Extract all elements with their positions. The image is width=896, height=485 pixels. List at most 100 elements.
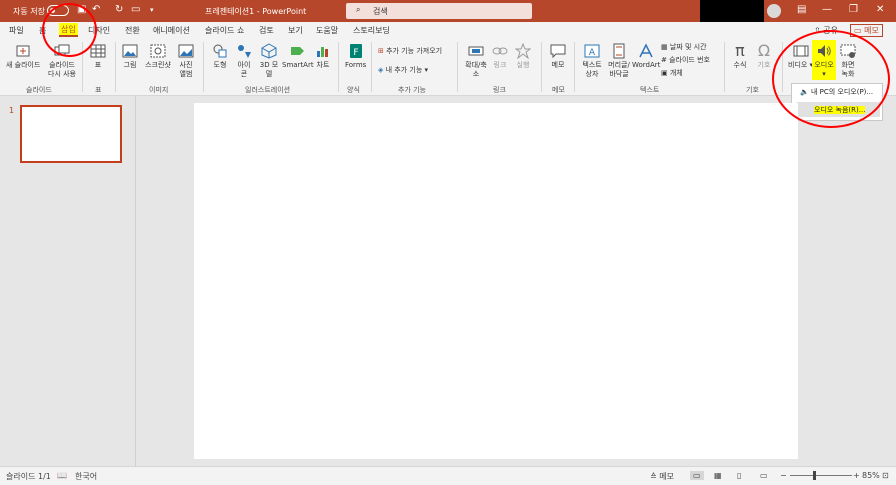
picture-icon bbox=[122, 44, 138, 58]
icons-button[interactable]: 아이콘 bbox=[236, 43, 252, 79]
3d-models-button[interactable]: 3D 모델 bbox=[258, 43, 280, 79]
slide-sorter-icon[interactable]: ▦ bbox=[714, 471, 722, 480]
header-footer-button[interactable]: 머리글/바닥글 bbox=[605, 43, 633, 79]
wordart-button[interactable]: WordArt bbox=[632, 43, 660, 70]
ribbon-display-icon[interactable]: ▤ bbox=[797, 4, 806, 16]
wordart-label: WordArt bbox=[632, 61, 661, 69]
forms-button[interactable]: F Forms bbox=[345, 43, 366, 70]
icons-label: 아이콘 bbox=[237, 61, 251, 78]
object-button[interactable]: ▣ 개체 bbox=[661, 68, 683, 78]
search-icon: ⌕ bbox=[356, 5, 361, 14]
smartart-icon bbox=[290, 47, 304, 55]
search-placeholder: 검색 bbox=[373, 7, 388, 16]
my-addins-label: 내 추가 기능 bbox=[385, 66, 423, 74]
link-button[interactable]: 링크 bbox=[492, 43, 508, 70]
notes-button[interactable]: ≙ 메모 bbox=[650, 471, 674, 482]
my-addins-button[interactable]: ◈ 내 추가 기능 ▾ bbox=[378, 65, 428, 75]
restore-icon[interactable]: ❐ bbox=[849, 4, 858, 16]
group-label-images: 이미지 bbox=[149, 86, 169, 94]
slide-counter: 슬라이드 1/1 bbox=[6, 472, 51, 481]
comments-label: 메모 bbox=[864, 26, 879, 35]
group-label-illustrations: 일러스트레이션 bbox=[245, 86, 291, 94]
group-label-text: 텍스트 bbox=[640, 86, 660, 94]
3d-model-icon bbox=[261, 43, 277, 59]
zoom-out-icon[interactable]: − bbox=[780, 471, 787, 480]
chart-label: 차트 bbox=[316, 61, 330, 69]
table-button[interactable]: 표 bbox=[90, 43, 106, 70]
get-addins-button[interactable]: ⊞ 추가 기능 가져오기 bbox=[378, 46, 442, 56]
zoom-icon bbox=[468, 46, 484, 56]
zoom-button[interactable]: 확대/축소 bbox=[465, 43, 487, 79]
slide-canvas[interactable] bbox=[194, 103, 798, 459]
annotation-ellipse-insert-tab bbox=[42, 3, 97, 57]
zoom-label: 확대/축소 bbox=[465, 61, 487, 78]
tab-view[interactable]: 보기 bbox=[288, 25, 303, 36]
textbox-label: 텍스트 상자 bbox=[582, 61, 602, 78]
object-icon: ▣ bbox=[661, 69, 668, 77]
textbox-icon: A bbox=[584, 44, 600, 58]
textbox-button[interactable]: A 텍스트 상자 bbox=[580, 43, 604, 79]
symbol-button[interactable]: Ω 기호 bbox=[756, 43, 772, 70]
zoom-level[interactable]: 85% bbox=[862, 471, 880, 480]
pictures-button[interactable]: 그림 bbox=[122, 43, 138, 70]
present-icon[interactable]: ▭ bbox=[131, 4, 140, 16]
search-input[interactable]: ⌕ 검색 bbox=[346, 3, 532, 19]
date-time-label: 날짜 및 시간 bbox=[669, 43, 707, 51]
svg-text:A: A bbox=[589, 48, 596, 58]
tab-transitions[interactable]: 전환 bbox=[125, 25, 140, 36]
autosave-label: 자동 저장 bbox=[13, 7, 45, 16]
photo-album-button[interactable]: 사진 앨범 bbox=[176, 43, 196, 79]
tab-animations[interactable]: 애니메이션 bbox=[153, 25, 190, 36]
group-label-links: 링크 bbox=[493, 86, 506, 94]
shapes-icon bbox=[213, 44, 227, 58]
screenshot-label: 스크린샷 bbox=[145, 61, 171, 69]
link-label: 링크 bbox=[493, 61, 507, 69]
group-label-addins: 추가 기능 bbox=[398, 86, 426, 94]
fit-to-window-icon[interactable]: ⊡ bbox=[882, 471, 889, 480]
smartart-button[interactable]: SmartArt bbox=[282, 43, 314, 70]
action-button[interactable]: 실행 bbox=[515, 43, 531, 70]
date-time-button[interactable]: ▦ 날짜 및 시간 bbox=[661, 42, 707, 52]
close-icon[interactable]: ✕ bbox=[876, 4, 884, 16]
group-label-comments: 메모 bbox=[552, 86, 565, 94]
shapes-button[interactable]: 도형 bbox=[212, 43, 228, 70]
tab-file[interactable]: 파일 bbox=[9, 25, 24, 36]
zoom-in-icon[interactable]: + bbox=[853, 471, 860, 480]
slideshow-view-icon[interactable]: ▭ bbox=[760, 471, 768, 480]
tab-storyboarding[interactable]: 스토리보딩 bbox=[353, 25, 390, 36]
chart-button[interactable]: 차트 bbox=[315, 43, 331, 70]
avatar[interactable] bbox=[767, 4, 781, 18]
normal-view-icon[interactable]: ▭ bbox=[690, 471, 704, 480]
svg-text:F: F bbox=[353, 48, 358, 58]
smartart-label: SmartArt bbox=[282, 61, 314, 69]
forms-icon: F bbox=[349, 44, 362, 58]
slide-thumbnail-number: 1 bbox=[9, 106, 15, 115]
get-addins-label: 추가 기능 가져오기 bbox=[386, 47, 443, 55]
customize-qat-icon[interactable]: ▾ bbox=[150, 4, 154, 16]
comment-button[interactable]: 메모 bbox=[550, 43, 566, 70]
redacted-account-area bbox=[700, 0, 764, 22]
new-slide-button[interactable]: 새 슬라이드 bbox=[6, 43, 40, 70]
symbol-label: 기호 bbox=[757, 61, 771, 69]
minimize-icon[interactable]: — bbox=[822, 4, 832, 16]
store-icon: ⊞ bbox=[378, 47, 384, 55]
tab-help[interactable]: 도움말 bbox=[316, 25, 338, 36]
slide-thumbnail[interactable] bbox=[20, 105, 122, 163]
slide-number-button[interactable]: # 슬라이드 번호 bbox=[661, 55, 710, 65]
spellcheck-icon[interactable]: 📖 bbox=[57, 471, 67, 480]
language-indicator[interactable]: 한국어 bbox=[75, 471, 97, 482]
zoom-slider-thumb[interactable] bbox=[813, 471, 816, 480]
pi-icon: π bbox=[735, 41, 745, 60]
undo-icon[interactable]: ↶ bbox=[92, 4, 100, 16]
reading-view-icon[interactable]: ▯ bbox=[737, 471, 741, 480]
equation-button[interactable]: π 수식 bbox=[732, 43, 748, 70]
zoom-slider[interactable] bbox=[790, 475, 852, 476]
screenshot-button[interactable]: 스크린샷 bbox=[144, 43, 172, 70]
table-icon bbox=[90, 44, 106, 58]
hash-icon: # bbox=[661, 56, 667, 64]
tab-review[interactable]: 검토 bbox=[259, 25, 274, 36]
redo-icon[interactable]: ↻ bbox=[115, 4, 123, 16]
tab-slideshow[interactable]: 슬라이드 쇼 bbox=[205, 25, 244, 36]
chart-icon bbox=[317, 47, 328, 57]
comment-icon bbox=[550, 44, 566, 59]
